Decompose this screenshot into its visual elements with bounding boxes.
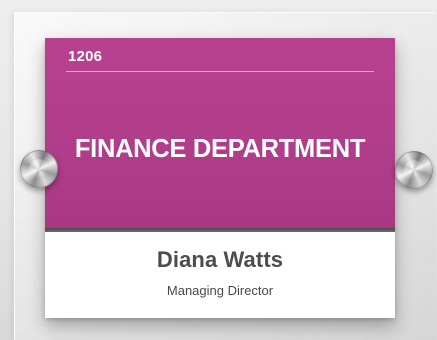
header-divider [66, 71, 374, 72]
standoff-right-icon [395, 151, 433, 189]
door-sign: 1206 FINANCE DEPARTMENT Diana Watts Mana… [45, 38, 395, 318]
person-name: Diana Watts [156, 247, 284, 272]
sign-name-panel: Diana Watts Managing Director [45, 232, 395, 318]
standoff-left-icon [20, 150, 58, 188]
person-title: Managing Director [166, 283, 274, 298]
sign-header-panel: 1206 FINANCE DEPARTMENT [45, 38, 395, 228]
department-title: FINANCE DEPARTMENT [74, 135, 366, 163]
room-number: 1206 [68, 48, 103, 65]
